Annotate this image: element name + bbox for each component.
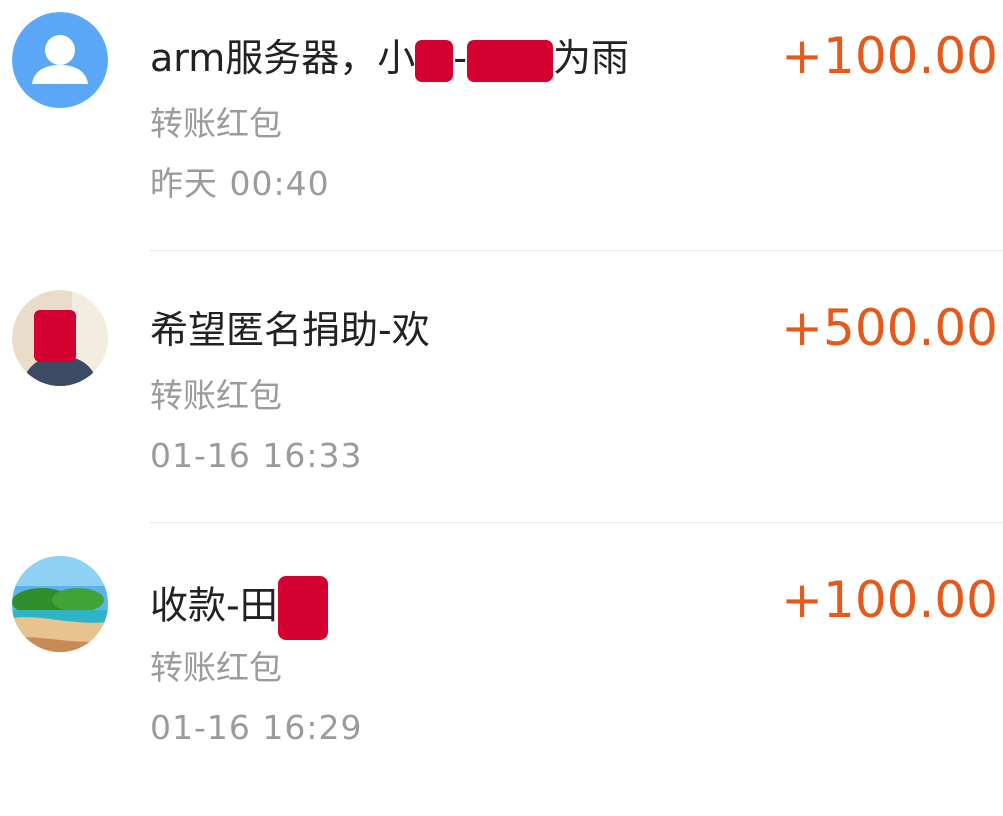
title-mid: -	[453, 36, 467, 80]
transaction-list: arm服务器，小 - 为雨 转账红包 昨天 00:40 +100.00 希望匿名捐助…	[0, 0, 1003, 753]
transaction-row[interactable]: 收款-田 转账红包 01-16 16:29 +100.00	[0, 544, 1003, 816]
row-divider	[150, 250, 1003, 251]
transaction-amount: +500.00	[781, 299, 998, 357]
title-end: 为雨	[552, 36, 629, 80]
user-photo-avatar	[12, 290, 108, 386]
row-divider	[150, 522, 1003, 523]
redacted-name	[415, 39, 454, 82]
transaction-type: 转账红包	[150, 648, 282, 687]
transaction-row[interactable]: 希望匿名捐助-欢 转账红包 01-16 16:33 +500.00	[0, 272, 1003, 544]
transaction-time: 01-16 16:33	[150, 436, 363, 475]
title-text: 收款-田	[150, 583, 278, 628]
transaction-row[interactable]: arm服务器，小 - 为雨 转账红包 昨天 00:40 +100.00	[0, 0, 1003, 272]
transaction-time: 01-16 16:29	[150, 708, 363, 747]
transaction-amount: +100.00	[781, 27, 998, 85]
beach-photo-avatar	[12, 556, 108, 652]
transaction-title: 希望匿名捐助-欢	[150, 308, 430, 352]
title-text: arm服务器，小	[150, 36, 416, 80]
transaction-title: 收款-田	[150, 576, 328, 640]
default-user-avatar-icon	[12, 12, 108, 108]
transaction-type: 转账红包	[150, 104, 282, 143]
redacted-name	[277, 576, 328, 640]
transaction-amount: +100.00	[781, 571, 998, 629]
transaction-title: arm服务器，小 - 为雨	[150, 34, 629, 82]
transaction-time: 昨天 00:40	[150, 164, 330, 203]
transaction-type: 转账红包	[150, 376, 282, 415]
redacted-name	[466, 39, 553, 82]
